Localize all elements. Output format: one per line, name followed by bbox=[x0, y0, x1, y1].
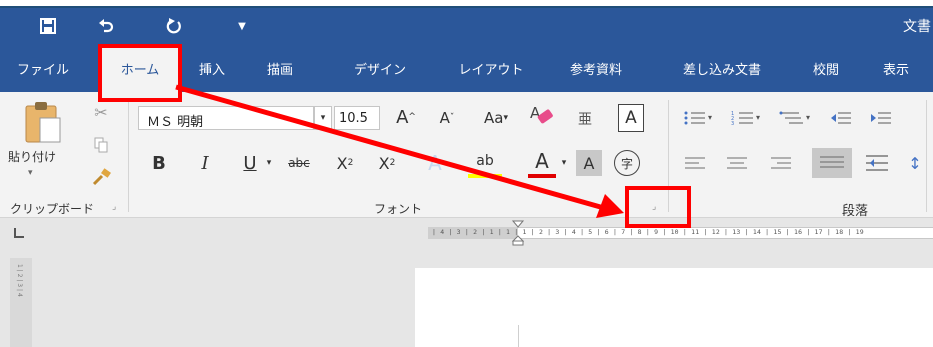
annotation-overlay bbox=[175, 84, 624, 218]
annotation-arrow bbox=[175, 84, 605, 211]
